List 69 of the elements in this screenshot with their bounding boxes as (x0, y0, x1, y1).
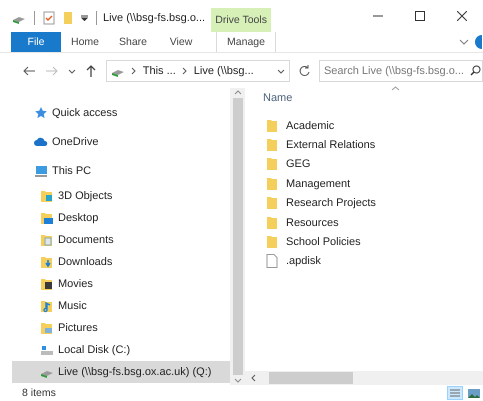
dropdown-icon[interactable] (276, 68, 285, 74)
sort-icon (391, 86, 400, 91)
thumbnails-view-icon[interactable] (467, 386, 481, 400)
file-name[interactable]: Academic (286, 120, 334, 132)
item-count: 8 items (22, 387, 56, 399)
file-name[interactable]: Research Projects (286, 197, 376, 210)
folder-icon (266, 157, 278, 172)
sidebar-item[interactable]: 3D Objects (0, 185, 230, 207)
chevron-icon (130, 67, 137, 75)
maximize-icon[interactable] (415, 11, 425, 21)
sidebar-item[interactable]: Music (0, 295, 230, 317)
sidebar-item[interactable]: Pictures (0, 317, 230, 339)
folder-icon (40, 299, 54, 313)
folder-icon (266, 196, 278, 210)
up-arrow-icon[interactable] (86, 65, 96, 77)
sidebar-item[interactable]: Movies (0, 273, 230, 295)
folder-icon (40, 255, 54, 269)
expand-ribbon-icon[interactable] (459, 39, 469, 45)
folder-icon (40, 211, 54, 225)
help-icon[interactable] (475, 35, 483, 49)
chevron-icon (182, 67, 188, 75)
dropdown-icon[interactable] (81, 15, 88, 21)
scrollbar[interactable] (245, 371, 483, 385)
file-name[interactable]: .apdisk (286, 255, 321, 268)
folder-icon (266, 216, 278, 230)
folder-icon (40, 233, 54, 247)
folder-icon (40, 277, 54, 291)
sidebar-item[interactable]: Documents (0, 229, 230, 251)
file-name[interactable]: Resources (286, 216, 339, 229)
properties-icon[interactable] (43, 11, 55, 25)
folder-icon (266, 118, 278, 133)
folder-icon (266, 235, 278, 250)
sidebar-item[interactable]: This PC (0, 156, 230, 185)
scroll-up-icon[interactable] (234, 88, 242, 96)
search-field[interactable]: Search Live (\\bsg-fs.bsg.o... (318, 60, 483, 82)
scrollbar[interactable] (230, 88, 245, 385)
ribbon-tab[interactable]: Manage (216, 32, 276, 52)
file-name[interactable]: School Policies (286, 236, 361, 248)
file-icon (266, 254, 278, 268)
drive-icon (40, 343, 54, 357)
sidebar-item[interactable]: Downloads (0, 251, 230, 273)
folder-icon (40, 189, 54, 203)
sidebar-item[interactable]: Live (\\bsg-fs.bsg.ox.ac.uk) (Q:) (12, 361, 230, 383)
caret-icon[interactable] (68, 68, 76, 74)
column-header[interactable]: Name (263, 92, 292, 104)
file-name[interactable]: External Relations (286, 139, 376, 152)
file-name[interactable]: GEG (286, 158, 310, 170)
sidebar-item[interactable]: Local Disk (C:) (0, 339, 230, 361)
context-tab-header: Drive Tools (211, 8, 272, 32)
file-name[interactable]: Management (286, 178, 350, 190)
folder-icon (40, 321, 54, 335)
sidebar-item[interactable]: Quick access (0, 98, 230, 127)
search-icon (470, 65, 481, 76)
window-title: Live (\\bsg-fs.bsg.o... (102, 11, 206, 26)
scroll-down-icon[interactable] (234, 377, 242, 385)
folder-icon (266, 176, 278, 191)
star-icon (34, 106, 48, 120)
computer-icon (34, 164, 48, 178)
details-view-icon[interactable] (447, 386, 463, 400)
breadcrumb[interactable]: This ... (142, 65, 176, 77)
ribbon-tab[interactable]: File (11, 32, 61, 52)
back-arrow-icon[interactable] (22, 66, 35, 76)
folder-icon (266, 138, 278, 152)
breadcrumb[interactable]: Live (\\bsg... (194, 65, 254, 77)
sidebar-item[interactable]: Desktop (0, 207, 230, 229)
sidebar-item[interactable]: OneDrive (0, 127, 230, 156)
close-icon[interactable] (457, 11, 467, 21)
address-bar[interactable]: This ... Live (\\bsg... (106, 60, 290, 82)
refresh-icon[interactable] (298, 65, 310, 77)
